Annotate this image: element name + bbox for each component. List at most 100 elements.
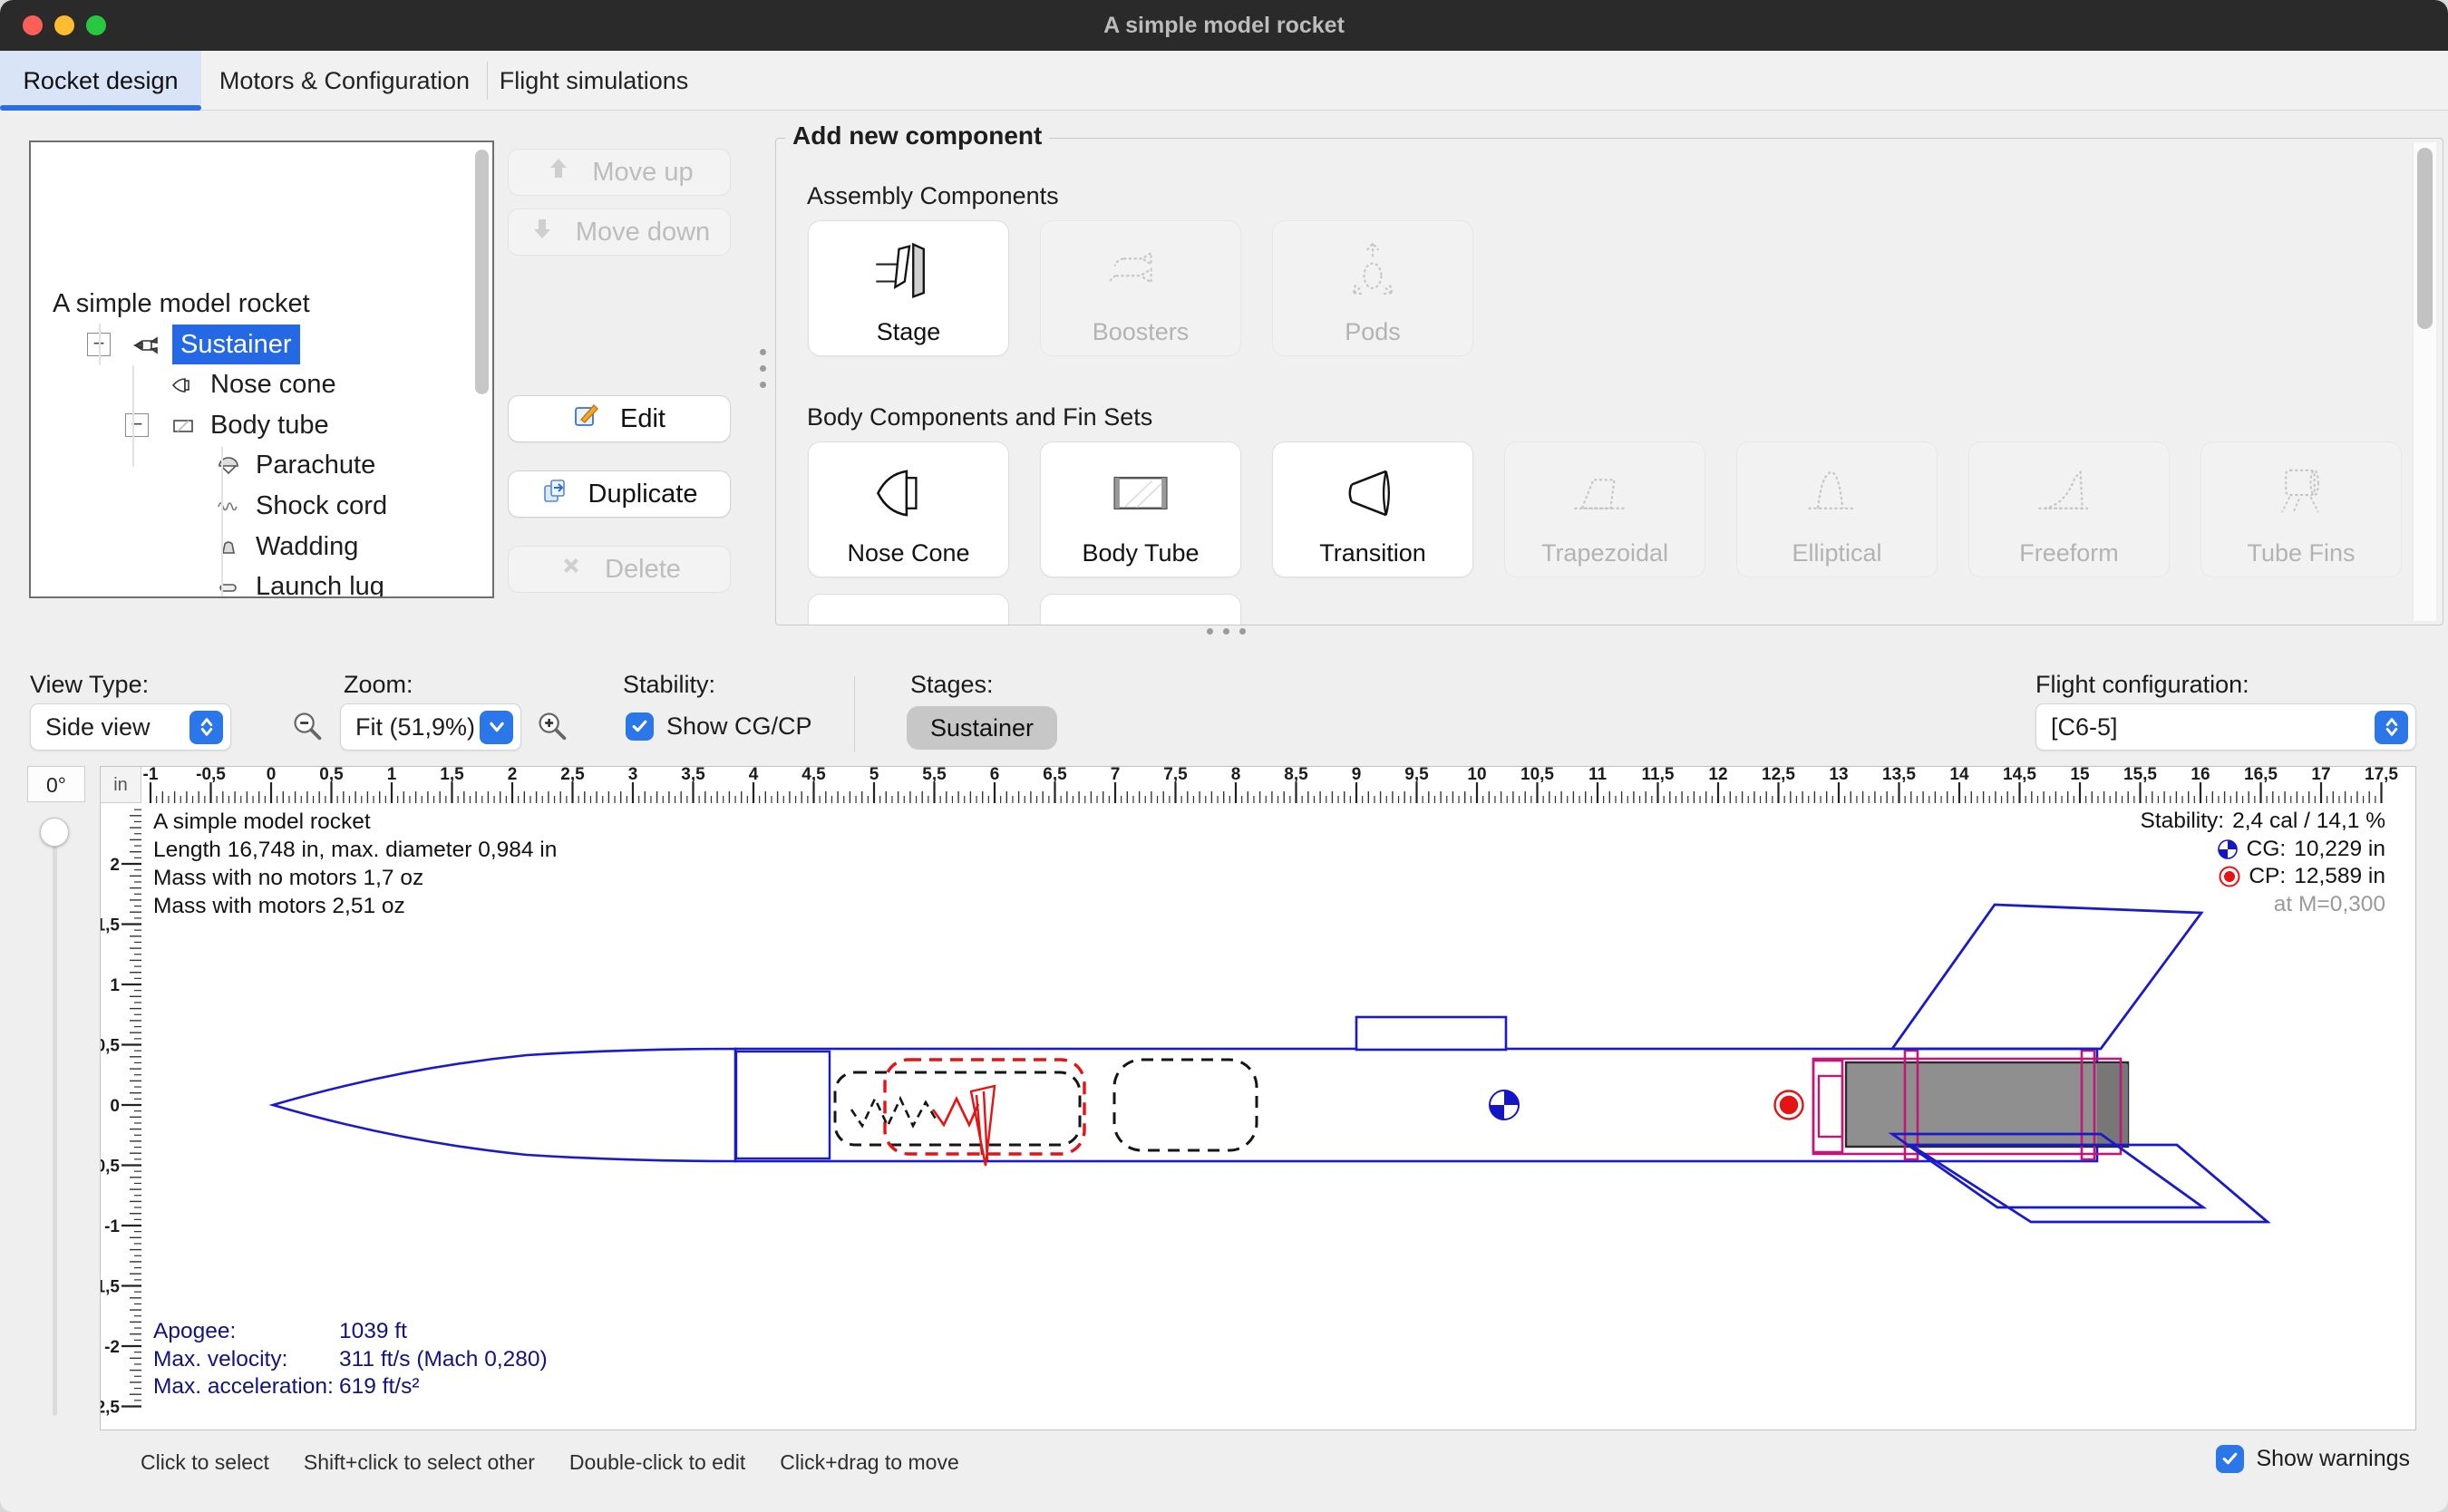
ruler-unit-box: in bbox=[101, 767, 141, 803]
zoom-out-button[interactable] bbox=[288, 708, 326, 746]
tab-flight-simulations[interactable]: Flight simulations bbox=[495, 51, 693, 111]
tree-item-label: Parachute bbox=[256, 445, 375, 485]
cp-label: CP: bbox=[2249, 863, 2286, 891]
tree-item-nose-cone[interactable]: Nose cone bbox=[31, 364, 494, 404]
view-type-label: View Type: bbox=[30, 671, 149, 699]
button-label: Move up bbox=[592, 158, 693, 188]
tree-item-label: Body tube bbox=[210, 405, 329, 445]
launchlug-icon bbox=[209, 573, 248, 598]
component-panel-scrollbar-track[interactable] bbox=[2413, 142, 2436, 621]
tree-item-root[interactable]: A simple model rocket bbox=[53, 284, 310, 324]
duplicate-button[interactable]: Duplicate bbox=[508, 470, 731, 518]
tree-item-label: A simple model rocket bbox=[53, 284, 310, 324]
tree-item-label: Wadding bbox=[256, 527, 358, 567]
component-card-elliptical: Elliptical bbox=[1736, 441, 1938, 577]
card-label: Tube Fins bbox=[2201, 539, 2401, 567]
freeform-icon bbox=[1969, 450, 2169, 537]
cp-marker bbox=[1775, 1091, 1803, 1119]
cg-marker bbox=[1490, 1090, 1519, 1119]
section-label-assembly-components: Assembly Components bbox=[807, 182, 1059, 210]
cp-icon bbox=[2219, 866, 2240, 887]
component-panel-scrollbar-thumb[interactable] bbox=[2417, 148, 2433, 329]
title-bar: A simple model rocket bbox=[0, 0, 2448, 51]
rotation-slider-knob[interactable] bbox=[40, 818, 69, 847]
rocket-length: Length 16,748 in, max. diameter 0,984 in bbox=[153, 836, 557, 864]
tree-scrollbar[interactable] bbox=[475, 150, 489, 394]
show-warnings-label: Show warnings bbox=[2256, 1446, 2410, 1472]
zoom-value: Fit (51,9%) bbox=[355, 713, 475, 741]
cg-value: 10,229 in bbox=[2294, 836, 2385, 864]
stages-label: Stages: bbox=[910, 671, 994, 699]
rocket-info-block: A simple model rocket Length 16,748 in, … bbox=[153, 808, 557, 920]
show-cgcp-control[interactable]: Show CG/CP bbox=[626, 712, 812, 741]
collapse-icon[interactable]: − bbox=[125, 413, 149, 437]
flight-figure-row: Apogee:1039 ft bbox=[153, 1318, 548, 1346]
application-window: A simple model rocket Rocket design Moto… bbox=[0, 0, 2448, 1512]
edit-button[interactable]: Edit bbox=[508, 395, 731, 442]
zoom-in-button[interactable] bbox=[533, 708, 571, 746]
chevron-up-down-icon bbox=[2375, 711, 2408, 744]
stage-toggle-sustainer[interactable]: Sustainer bbox=[907, 706, 1057, 750]
card-label: Stage bbox=[809, 318, 1008, 346]
tab-rocket-design[interactable]: Rocket design bbox=[0, 51, 201, 111]
show-warnings-control[interactable]: Show warnings bbox=[2216, 1445, 2410, 1473]
tree-item-shock-cord[interactable]: Shock cord bbox=[31, 486, 494, 526]
component-tree-panel: A simple model rocket − SustainerNose cone… bbox=[29, 141, 494, 598]
fin-upper-shape[interactable] bbox=[1892, 905, 2201, 1049]
show-cgcp-label: Show CG/CP bbox=[666, 712, 812, 741]
shockcord-icon bbox=[209, 492, 248, 519]
tree-guide-line bbox=[99, 324, 101, 365]
view-type-select[interactable]: Side view bbox=[30, 703, 231, 751]
main-tab-bar: Rocket design Motors & Configuration Fli… bbox=[0, 51, 2448, 111]
component-card-transition[interactable]: Transition bbox=[1272, 441, 1473, 577]
tree-guide-line bbox=[221, 447, 223, 598]
trapezoidal-icon bbox=[1505, 450, 1705, 537]
show-warnings-checkbox[interactable] bbox=[2216, 1445, 2244, 1473]
rocket-mass-motors: Mass with motors 2,51 oz bbox=[153, 892, 557, 920]
tree-item-label: Sustainer bbox=[172, 325, 300, 364]
component-card-stage[interactable]: Stage bbox=[808, 220, 1009, 356]
button-label: Duplicate bbox=[588, 480, 698, 509]
flight-figure-row: Max. acceleration:619 ft/s² bbox=[153, 1373, 548, 1401]
tree-item-parachute[interactable]: Parachute bbox=[31, 445, 494, 485]
flight-figures-block: Apogee:1039 ftMax. velocity:311 ft/s (Ma… bbox=[153, 1318, 548, 1401]
horizontal-splitter-handle[interactable] bbox=[1207, 628, 1246, 635]
parachute-icon bbox=[209, 451, 248, 479]
component-card-partial bbox=[808, 594, 1009, 625]
button-label: Edit bbox=[620, 404, 665, 434]
wadding-icon bbox=[209, 533, 248, 560]
component-card-freeform: Freeform bbox=[1968, 441, 2170, 577]
flight-figure-row: Max. velocity:311 ft/s (Mach 0,280) bbox=[153, 1346, 548, 1374]
flight-figure-value: 311 ft/s (Mach 0,280) bbox=[339, 1346, 548, 1374]
card-label: Elliptical bbox=[1737, 539, 1937, 567]
tree-item-launch-lug[interactable]: Launch lug bbox=[31, 567, 494, 598]
flight-configuration-select[interactable]: [C6-5] bbox=[2035, 703, 2416, 751]
boosters-icon bbox=[1041, 228, 1240, 315]
chevron-up-down-icon bbox=[189, 711, 223, 744]
vertical-splitter-handle[interactable] bbox=[760, 349, 766, 388]
component-card-trapezoidal: Trapezoidal bbox=[1504, 441, 1705, 577]
motor-aft-end bbox=[2097, 1064, 2128, 1145]
rocket-drawing-canvas[interactable]: -1-0,500,511,522,533,544,555,566,577,588… bbox=[100, 766, 2416, 1430]
component-card-body-tube[interactable]: Body Tube bbox=[1040, 441, 1241, 577]
show-cgcp-checkbox[interactable] bbox=[626, 712, 654, 741]
tree-item-wadding[interactable]: Wadding bbox=[31, 527, 494, 567]
component-card-boosters: Boosters bbox=[1040, 220, 1241, 356]
view-type-value: Side view bbox=[45, 713, 151, 741]
cg-label: CG: bbox=[2247, 836, 2287, 864]
stability-label: Stability: bbox=[623, 671, 715, 699]
nose-cone-shape[interactable] bbox=[273, 1049, 735, 1161]
component-card-partial bbox=[1040, 594, 1241, 625]
rotation-slider-track[interactable] bbox=[53, 818, 57, 1416]
launch-lug-shape[interactable] bbox=[1356, 1017, 1506, 1050]
tree-item-body-tube[interactable]: − Body tube bbox=[31, 405, 494, 445]
move-up-button: Move up bbox=[508, 149, 731, 196]
bodytube-icon bbox=[163, 412, 203, 439]
tab-motors-configuration[interactable]: Motors & Configuration bbox=[210, 51, 479, 111]
card-label: Boosters bbox=[1041, 318, 1240, 346]
move-down-button: Move down bbox=[508, 208, 731, 256]
rotation-angle-box[interactable]: 0° bbox=[27, 766, 85, 802]
component-card-nose-cone[interactable]: Nose Cone bbox=[808, 441, 1009, 577]
zoom-select[interactable]: Fit (51,9%) bbox=[340, 703, 521, 751]
tree-guide-line bbox=[132, 365, 134, 467]
